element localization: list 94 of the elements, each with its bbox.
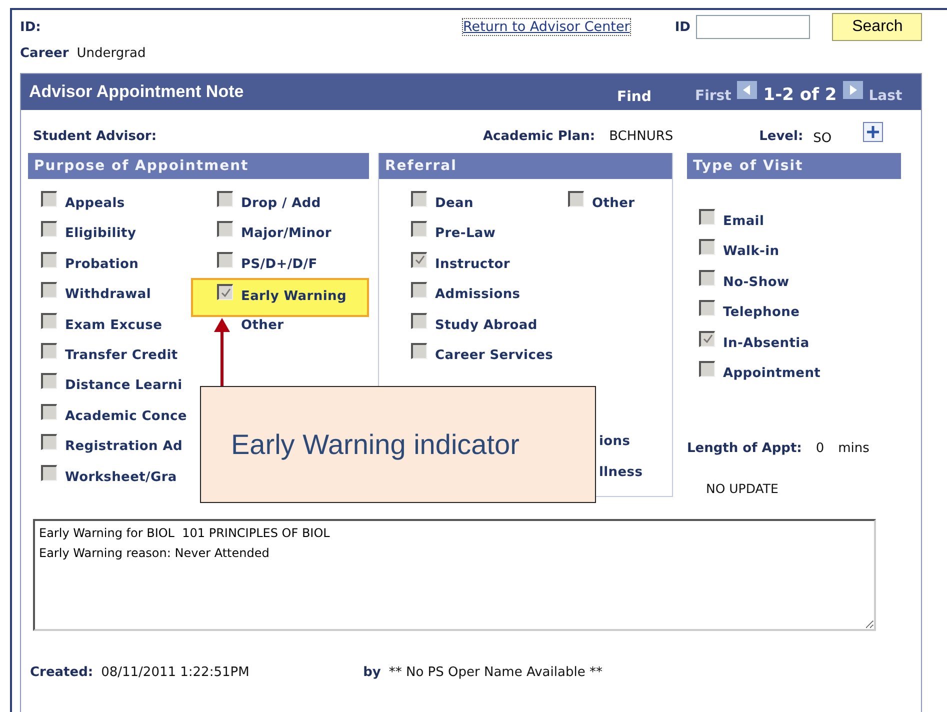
academic-plan-value: BCHNURS [609,128,674,144]
checkbox[interactable] [41,191,57,207]
checkbox-label: Career Services [435,348,554,363]
checkbox[interactable] [41,221,57,238]
panel-title: Advisor Appointment Note [29,82,245,102]
group-header: Type of Visit [687,153,901,179]
checkbox-label: Probation [65,256,139,272]
student-advisor-label: Student Advisor: [33,128,158,144]
last-link[interactable]: Last [868,88,902,104]
group-header: Referral [379,153,672,179]
checkbox[interactable] [699,209,715,225]
id-label: ID: [20,20,42,34]
checkbox-label: Distance Learni [65,378,182,394]
checkbox-label: Registration Ad [65,439,182,454]
checkbox[interactable] [699,270,715,286]
id-field-label: ID [674,20,690,34]
search-button[interactable]: Search [832,13,922,41]
checkbox-label: Academic Conce [65,408,187,424]
checkbox-label: Admissions [435,287,520,302]
checkbox-label: Drop / Add [241,196,321,211]
checkbox-label: llness [599,464,643,480]
next-icon[interactable] [842,81,863,99]
checkbox-label: Early Warning [241,289,346,304]
checkmark-icon [220,286,232,299]
checkbox-label: Major/Minor [241,226,332,242]
checkbox-label: Other [592,196,635,211]
checkbox-label: Study Abroad [435,318,538,333]
created-value: 08/11/2011 1:22:51PM [101,665,250,680]
length-value: 0 [816,441,824,456]
callout-text: Early Warning indicator [231,428,520,460]
checkbox-label: Withdrawal [65,287,151,302]
checkbox-label: Appeals [65,196,125,211]
checkbox[interactable] [41,342,57,359]
checkbox-label: Eligibility [65,226,136,242]
author-value: ** No PS Oper Name Available ** [388,665,602,680]
id-input-field[interactable] [696,15,810,39]
length-unit: mins [838,441,870,456]
checkbox[interactable] [411,252,427,268]
group-header: Purpose of Appointment [28,153,369,179]
checkbox[interactable] [217,221,233,238]
by-label: by [363,665,381,680]
checkmark-icon [414,254,426,266]
checkbox-label: Email [723,214,764,229]
academic-plan-label: Academic Plan: [483,128,596,144]
checkbox-label: Telephone [723,305,800,320]
checkbox-label: ions [599,434,630,450]
previous-icon[interactable] [737,81,758,99]
checkbox-label: No-Show [723,274,790,290]
pointer-arrow [213,318,231,386]
career-label: Career [20,46,69,61]
page-range: 1-2 of 2 [763,85,837,105]
checkbox-label: Worksheet/Gra [65,470,177,485]
checkbox[interactable] [41,404,57,420]
level-label: Level: [759,128,804,144]
checkbox[interactable] [41,434,57,450]
checkbox[interactable] [699,300,715,316]
add-icon[interactable] [863,122,884,142]
first-link[interactable]: First [695,88,732,104]
checkbox[interactable] [217,284,233,300]
checkbox-label: Pre-Law [435,226,496,242]
checkbox-label: PS/D+/D/F [241,256,318,272]
checkbox[interactable] [568,191,584,207]
created-label: Created: [30,665,94,680]
checkbox[interactable] [411,312,427,329]
checkbox[interactable] [411,342,427,359]
checkbox-label: In-Absentia [723,336,810,351]
level-value: SO [813,130,833,146]
checkmark-icon [702,333,714,346]
checkbox-label: Instructor [435,256,510,272]
checkbox[interactable] [411,282,427,298]
checkbox[interactable] [41,464,57,481]
checkbox-label: Transfer Credit [65,348,178,363]
checkbox[interactable] [41,373,57,390]
checkbox[interactable] [217,252,233,268]
checkbox[interactable] [411,191,427,207]
update-status: NO UPDATE [706,481,780,496]
career-value: Undergrad [76,46,146,61]
checkbox-label: Other [241,318,284,333]
checkbox[interactable] [699,330,715,347]
checkbox[interactable] [217,191,233,207]
note-field[interactable]: Early Warning for BIOL 101 PRINCIPLES OF BIOL Early Warning reason: Never Attended [33,519,876,631]
checkbox[interactable] [411,221,427,238]
checkbox-label: Dean [435,196,474,211]
checkbox[interactable] [699,239,715,256]
checkbox[interactable] [41,282,57,298]
checkbox-label: Walk-in [723,244,780,260]
length-label: Length of Appt: [687,441,802,456]
checkbox[interactable] [699,360,715,377]
checkbox[interactable] [41,252,57,268]
return-link[interactable]: Return to Advisor Center [462,18,631,36]
checkbox-label: Appointment [723,366,821,381]
checkbox-label: Exam Excuse [65,318,162,333]
find-link[interactable]: Find [617,89,695,105]
checkbox[interactable] [41,312,57,329]
